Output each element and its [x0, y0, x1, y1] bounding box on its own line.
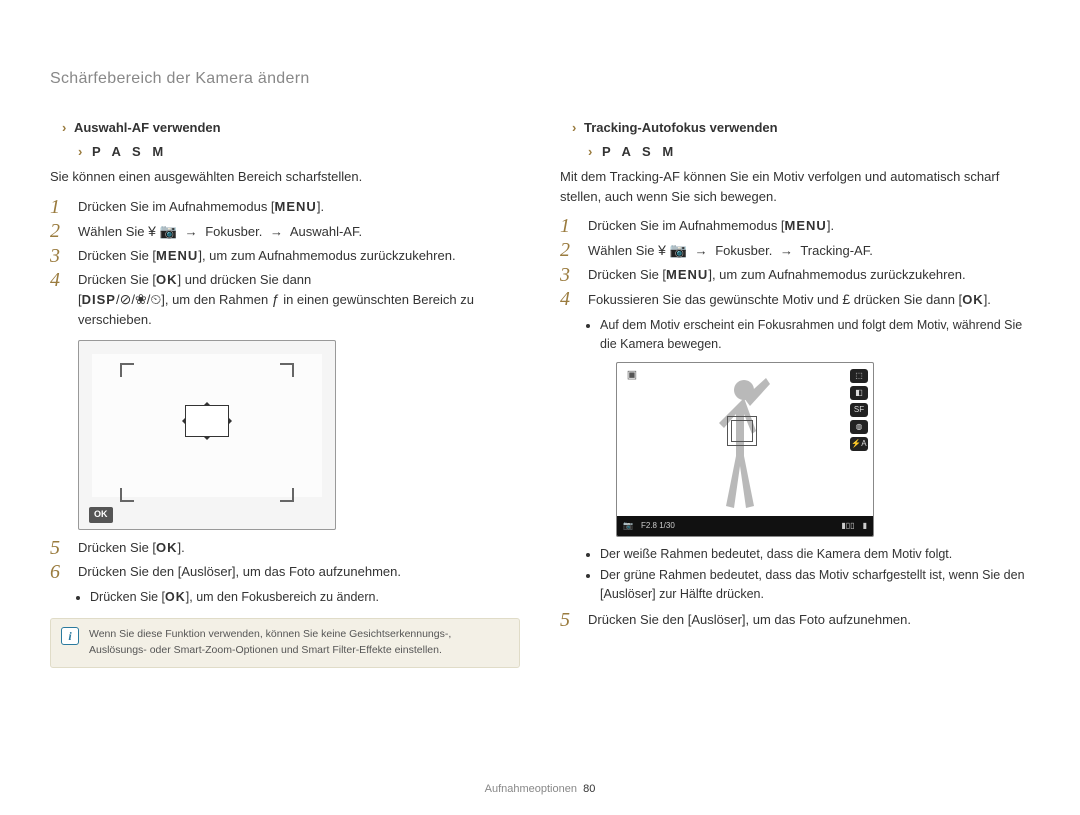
- corner-marker: [280, 363, 294, 377]
- corner-marker: [280, 488, 294, 502]
- arrow-right-icon: →: [185, 224, 198, 239]
- page-footer: Aufnahmeoptionen 80: [0, 783, 1080, 795]
- corner-marker: [120, 363, 134, 377]
- bullet: Der weiße Rahmen bedeutet, dass die Kame…: [600, 545, 1030, 564]
- step-3: Drücken Sie [MENU], um zum Aufnahmemodus…: [50, 246, 520, 266]
- marker-icon: ›: [572, 120, 576, 135]
- left-intro: Sie können einen ausgewählten Bereich sc…: [50, 167, 520, 187]
- camera-icon: 📷: [160, 223, 177, 239]
- left-sub-bullets: Drücken Sie [OK], um den Fokusbereich zu…: [90, 588, 520, 607]
- corner-marker: [120, 488, 134, 502]
- step-1: Drücken Sie im Aufnahmemodus [MENU].: [50, 197, 520, 217]
- exposure-value: F2.8 1/30: [641, 520, 675, 532]
- step-5: Drücken Sie den [Auslöser], um das Foto …: [560, 610, 1030, 630]
- left-steps-cont: Drücken Sie [OK]. Drücken Sie den [Auslö…: [50, 538, 520, 582]
- marker-icon: ›: [62, 120, 66, 135]
- mode-list: P A S M: [602, 144, 677, 159]
- bullet: Der grüne Rahmen bedeutet, dass das Moti…: [600, 566, 1030, 604]
- focus-box-icon: [185, 405, 229, 437]
- page-number: 80: [583, 783, 595, 795]
- right-column: › Tracking-Autofokus verwenden › P A S M…: [560, 118, 1030, 668]
- step-1: Drücken Sie im Aufnahmemodus [MENU].: [560, 216, 1030, 236]
- yen-icon: ¥: [148, 223, 156, 239]
- page-title: Schärfebereich der Kamera ändern: [50, 70, 1030, 88]
- left-section-title: Auswahl-AF verwenden: [74, 120, 221, 135]
- marker-icon: ›: [588, 144, 592, 159]
- ok-pill-icon: OK: [89, 507, 113, 523]
- tracking-af-illustration: ▣ ⬚ ◧ SF ◍ ⚡A: [616, 362, 874, 537]
- scale-icon: ▮▯▯: [841, 520, 854, 532]
- size-icon: ⬚: [850, 369, 868, 383]
- step-3: Drücken Sie [MENU], um zum Aufnahmemodus…: [560, 265, 1030, 285]
- step-6: Drücken Sie den [Auslöser], um das Foto …: [50, 562, 520, 582]
- arrow-right-icon: →: [780, 243, 793, 258]
- info-icon: i: [61, 627, 79, 645]
- step-4: Fokussieren Sie das gewünschte Motiv und…: [560, 289, 1030, 604]
- right-steps: Drücken Sie im Aufnahmemodus [MENU]. Wäh…: [560, 216, 1030, 630]
- marker-icon: ›: [78, 144, 82, 159]
- pound-icon: £: [842, 291, 850, 307]
- left-steps: Drücken Sie im Aufnahmemodus [MENU]. Wäh…: [50, 197, 520, 330]
- arrow-right-icon: →: [270, 224, 283, 239]
- footer-section: Aufnahmeoptionen: [485, 783, 577, 795]
- right-section-title: Tracking-Autofokus verwenden: [584, 120, 778, 135]
- person-silhouette-icon: [709, 376, 779, 516]
- step-2: Wählen Sie ¥ 📷 → Fokusber. → Auswahl-AF.: [50, 221, 520, 242]
- yen-icon: ¥: [658, 242, 666, 258]
- step-2: Wählen Sie ¥ 📷 → Fokusber. → Tracking-AF…: [560, 240, 1030, 261]
- right-intro: Mit dem Tracking-AF können Sie ein Motiv…: [560, 167, 1030, 206]
- step-4: Drücken Sie [OK] und drücken Sie dann [D…: [50, 270, 520, 330]
- note-box: i Wenn Sie diese Funktion verwenden, kön…: [50, 618, 520, 668]
- timer-icon: ⏲: [150, 291, 161, 307]
- arrow-right-icon: →: [695, 243, 708, 258]
- step-5: Drücken Sie [OK].: [50, 538, 520, 558]
- af-mode-icon: ▣: [623, 369, 641, 383]
- note-text: Wenn Sie diese Funktion verwenden, könne…: [89, 627, 509, 659]
- iso-icon: ◍: [850, 420, 868, 434]
- camera-icon: 📷: [670, 242, 687, 258]
- bullet: Drücken Sie [OK], um den Fokusbereich zu…: [90, 588, 520, 607]
- camera-status-bar: 📷 F2.8 1/30 ▮▯▯ ▮: [617, 516, 873, 536]
- mode-list: P A S M: [92, 144, 167, 159]
- disp-glyph-icon: ⊘: [120, 291, 132, 307]
- flower-icon: ❀: [135, 291, 147, 307]
- selection-af-illustration: OK: [78, 340, 336, 530]
- tracking-frame-icon: [731, 420, 753, 442]
- sf-icon: SF: [850, 403, 868, 417]
- f-icon: ƒ: [272, 291, 280, 307]
- battery-icon: ▮: [863, 520, 867, 532]
- quality-icon: ◧: [850, 386, 868, 400]
- flash-icon: ⚡A: [850, 437, 868, 451]
- camera-mode-icon: 📷: [623, 520, 633, 532]
- left-column: › Auswahl-AF verwenden › P A S M Sie kön…: [50, 118, 520, 668]
- sub-bullet: Auf dem Motiv erscheint ein Fokusrahmen …: [600, 316, 1030, 354]
